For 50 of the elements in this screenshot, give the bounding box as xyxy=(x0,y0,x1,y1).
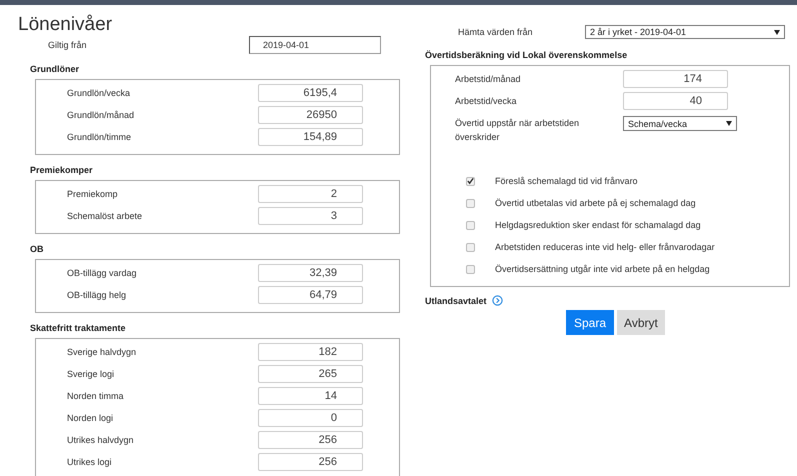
field-label: Norden logi xyxy=(66,413,114,423)
field-label: Grundlön/timme xyxy=(66,132,132,142)
number-field[interactable]: 2 xyxy=(258,185,363,203)
field-label: Utrikes logi xyxy=(66,457,113,467)
checkbox-label: Övertid utbetalas vid arbete på ej schemalagd dag xyxy=(495,198,696,208)
field-label: Grundlön/vecka xyxy=(66,88,132,98)
number-field[interactable]: 182 xyxy=(258,343,363,361)
number-field[interactable]: 40 xyxy=(623,92,728,110)
date-field[interactable]: 2019-04-01 xyxy=(249,36,381,54)
field-label: Schemalöst arbete xyxy=(66,211,144,221)
number-field[interactable]: 32,39 xyxy=(258,264,363,282)
field-label: Sverige halvdygn xyxy=(66,347,138,357)
field-label: Norden timma xyxy=(66,391,125,401)
cancel-button[interactable]: Avbryt xyxy=(617,310,665,335)
number-field[interactable]: 256 xyxy=(258,453,363,471)
field-label: Premiekomp xyxy=(66,189,119,199)
section-heading: Utlandsavtalet xyxy=(425,296,487,306)
field-label: Arbetstid/vecka xyxy=(454,96,518,106)
number-field[interactable]: 174 xyxy=(623,70,728,88)
section-heading: Grundlöner xyxy=(30,64,79,74)
section-heading: Premiekomper xyxy=(30,165,93,175)
field-label: Grundlön/månad xyxy=(66,110,136,120)
checkbox-label: Helgdagsreduktion sker endast för schamalagd dag xyxy=(495,220,701,230)
source-dropdown[interactable]: 2 år i yrket - 2019-04-01 xyxy=(585,25,785,39)
field-label: Utrikes halvdygn xyxy=(66,435,135,445)
number-field[interactable]: 265 xyxy=(258,365,363,383)
page-title: Lönenivåer xyxy=(18,14,112,36)
number-field[interactable]: 256 xyxy=(258,431,363,449)
number-field[interactable]: 3 xyxy=(258,207,363,225)
section-heading: OB xyxy=(30,244,44,254)
number-field[interactable]: 6195,4 xyxy=(258,84,363,102)
section-heading: Skattefritt traktamente xyxy=(30,323,126,333)
number-field[interactable]: 26950 xyxy=(258,106,363,124)
field-label: Arbetstid/månad xyxy=(454,74,522,84)
field-label: OB-tillägg helg xyxy=(66,290,128,300)
field-label: OB-tillägg vardag xyxy=(66,268,138,278)
number-field[interactable]: 14 xyxy=(258,387,363,405)
field-label: Sverige logi xyxy=(66,369,116,379)
number-field[interactable]: 154,89 xyxy=(258,128,363,146)
threshold-dropdown[interactable]: Schema/vecka xyxy=(623,116,737,131)
number-field[interactable]: 0 xyxy=(258,409,363,427)
checkbox-label: Föreslå schemalagd tid vid frånvaro xyxy=(495,176,638,186)
checkbox-label: Arbetstiden reduceras inte vid helg- eller frånvarodagar xyxy=(495,242,715,252)
field-label: Övertid uppstår när arbetstiden överskrider xyxy=(454,117,580,144)
section-heading: Övertidsberäkning vid Lokal överenskommelse xyxy=(425,50,628,60)
field-label: Giltig från xyxy=(47,40,88,50)
number-field[interactable]: 64,79 xyxy=(258,286,363,304)
save-button[interactable]: Spara xyxy=(566,310,614,335)
field-label: Hämta värden från xyxy=(457,27,534,37)
checkbox-label: Övertidsersättning utgår inte vid arbete på en helgdag xyxy=(495,264,710,274)
